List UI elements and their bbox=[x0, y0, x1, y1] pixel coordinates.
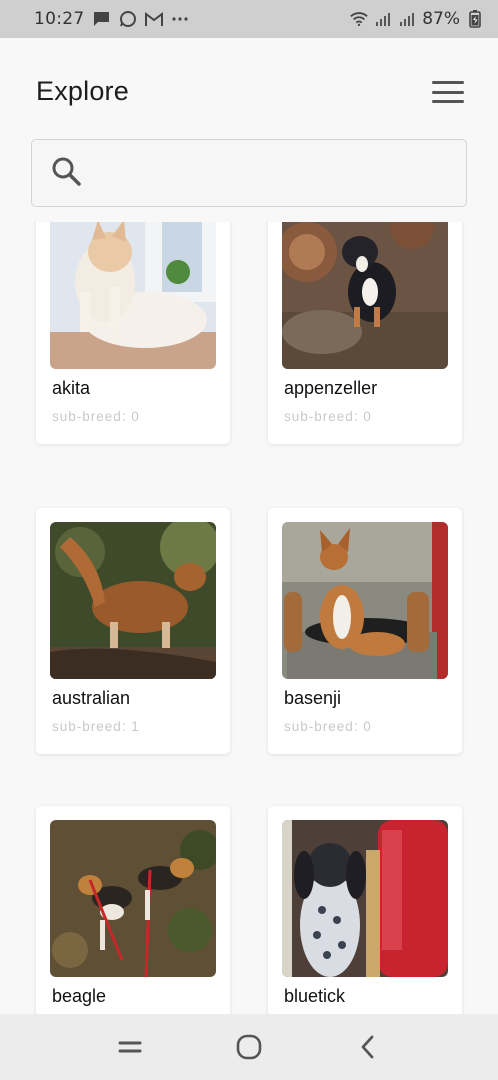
battery-icon bbox=[466, 10, 484, 28]
breed-name: beagle bbox=[52, 986, 107, 1006]
breed-photo bbox=[282, 820, 448, 977]
sub-breed-count: sub-breed: 0 bbox=[284, 719, 372, 734]
breed-name: appenzeller bbox=[284, 378, 378, 398]
breed-name: bluetick bbox=[284, 986, 346, 1006]
search-box[interactable] bbox=[31, 139, 467, 207]
hamburger-menu-icon bbox=[432, 100, 464, 103]
status-bar: 10:27 87% bbox=[0, 0, 498, 38]
system-nav-bar bbox=[0, 1014, 498, 1080]
hamburger-menu-icon bbox=[432, 81, 464, 84]
breed-photo bbox=[50, 222, 216, 369]
home-button[interactable] bbox=[226, 1024, 272, 1070]
app-header: Explore bbox=[0, 38, 498, 138]
whatsapp-icon bbox=[119, 10, 137, 28]
home-icon bbox=[236, 1034, 262, 1060]
search-input[interactable] bbox=[96, 162, 456, 184]
search-icon bbox=[50, 155, 82, 191]
sub-breed-count: sub-breed: 0 bbox=[284, 409, 372, 424]
breed-photo bbox=[50, 522, 216, 679]
breed-name: australian bbox=[52, 688, 131, 708]
sub-breed-count: sub-breed: 0 bbox=[52, 409, 140, 424]
breed-photo bbox=[282, 522, 448, 679]
breed-photo bbox=[50, 820, 216, 977]
breed-card-basenji[interactable]: basenji sub-breed: 0 bbox=[268, 508, 462, 754]
status-left: 10:27 bbox=[34, 9, 189, 29]
breed-name: basenji bbox=[284, 688, 342, 708]
message-icon bbox=[93, 10, 111, 28]
signal-icon bbox=[374, 10, 392, 28]
breed-name: akita bbox=[52, 378, 91, 398]
breed-card-appenzeller[interactable]: appenzeller sub-breed: 0 bbox=[268, 222, 462, 444]
wifi-icon bbox=[350, 10, 368, 28]
status-time: 10:27 bbox=[34, 9, 85, 29]
hamburger-menu-icon bbox=[432, 90, 464, 94]
breed-card-beagle[interactable]: beagle bbox=[36, 806, 230, 1014]
sub-breed-count: sub-breed: 1 bbox=[52, 719, 140, 734]
recent-apps-button[interactable] bbox=[107, 1024, 153, 1070]
page-title: Explore bbox=[36, 76, 129, 106]
breed-photo bbox=[282, 222, 448, 369]
battery-percent: 87% bbox=[422, 9, 460, 29]
breed-card-bluetick[interactable]: bluetick bbox=[268, 806, 462, 1014]
back-button[interactable] bbox=[345, 1024, 391, 1070]
breed-card-akita[interactable]: akita sub-breed: 0 bbox=[36, 222, 230, 444]
back-icon bbox=[361, 1035, 374, 1059]
status-right: 87% bbox=[350, 9, 484, 29]
breed-grid[interactable]: akita sub-breed: 0 appenzeller sub-breed… bbox=[0, 222, 498, 1014]
more-dots-icon bbox=[171, 10, 189, 28]
breed-card-australian[interactable]: australian sub-breed: 1 bbox=[36, 508, 230, 754]
gmail-icon bbox=[144, 10, 163, 28]
hamburger-menu-button[interactable] bbox=[428, 78, 468, 106]
recent-apps-icon bbox=[118, 1041, 142, 1053]
signal-icon bbox=[398, 10, 416, 28]
